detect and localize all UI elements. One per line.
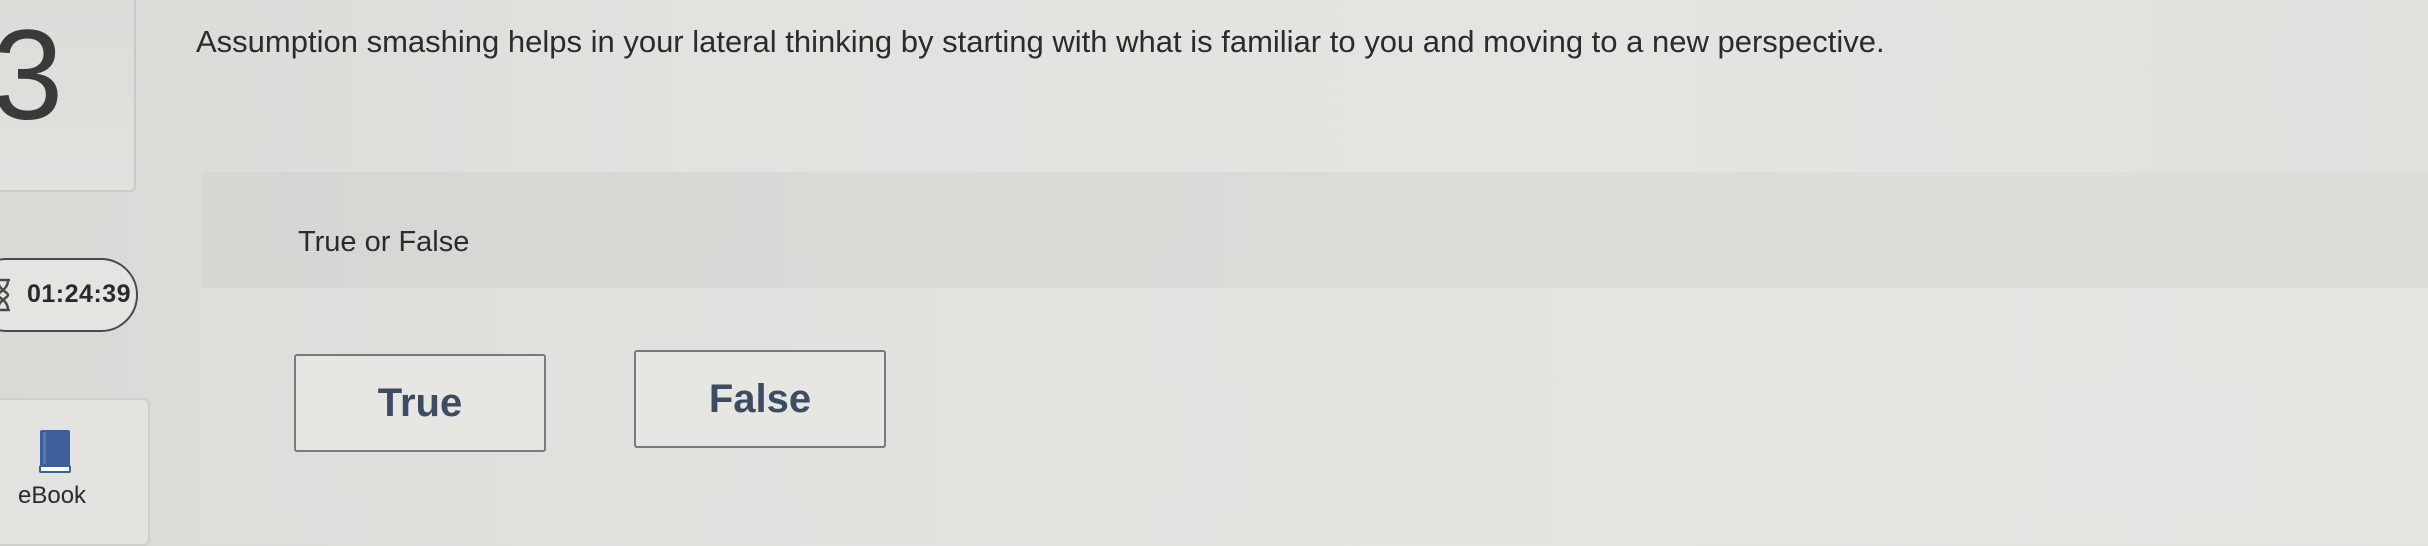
hourglass-icon	[0, 278, 11, 312]
question-number: 3	[0, 4, 64, 147]
true-button[interactable]: True	[294, 354, 546, 452]
question-number-card: 3	[0, 0, 136, 192]
answer-panel: True or False True False	[202, 172, 2428, 545]
timer-value: 01:24:39	[27, 280, 132, 308]
ebook-button[interactable]: eBook	[0, 398, 150, 546]
left-rail: 3 01:24:39 eBook	[0, 0, 150, 546]
false-button[interactable]: False	[634, 350, 886, 448]
ebook-label: eBook	[18, 482, 87, 509]
timer[interactable]: 01:24:39	[0, 258, 138, 332]
question-text: Assumption smashing helps in your latera…	[196, 24, 1885, 59]
book-icon	[37, 428, 73, 474]
question-type-label: True or False	[298, 226, 470, 258]
